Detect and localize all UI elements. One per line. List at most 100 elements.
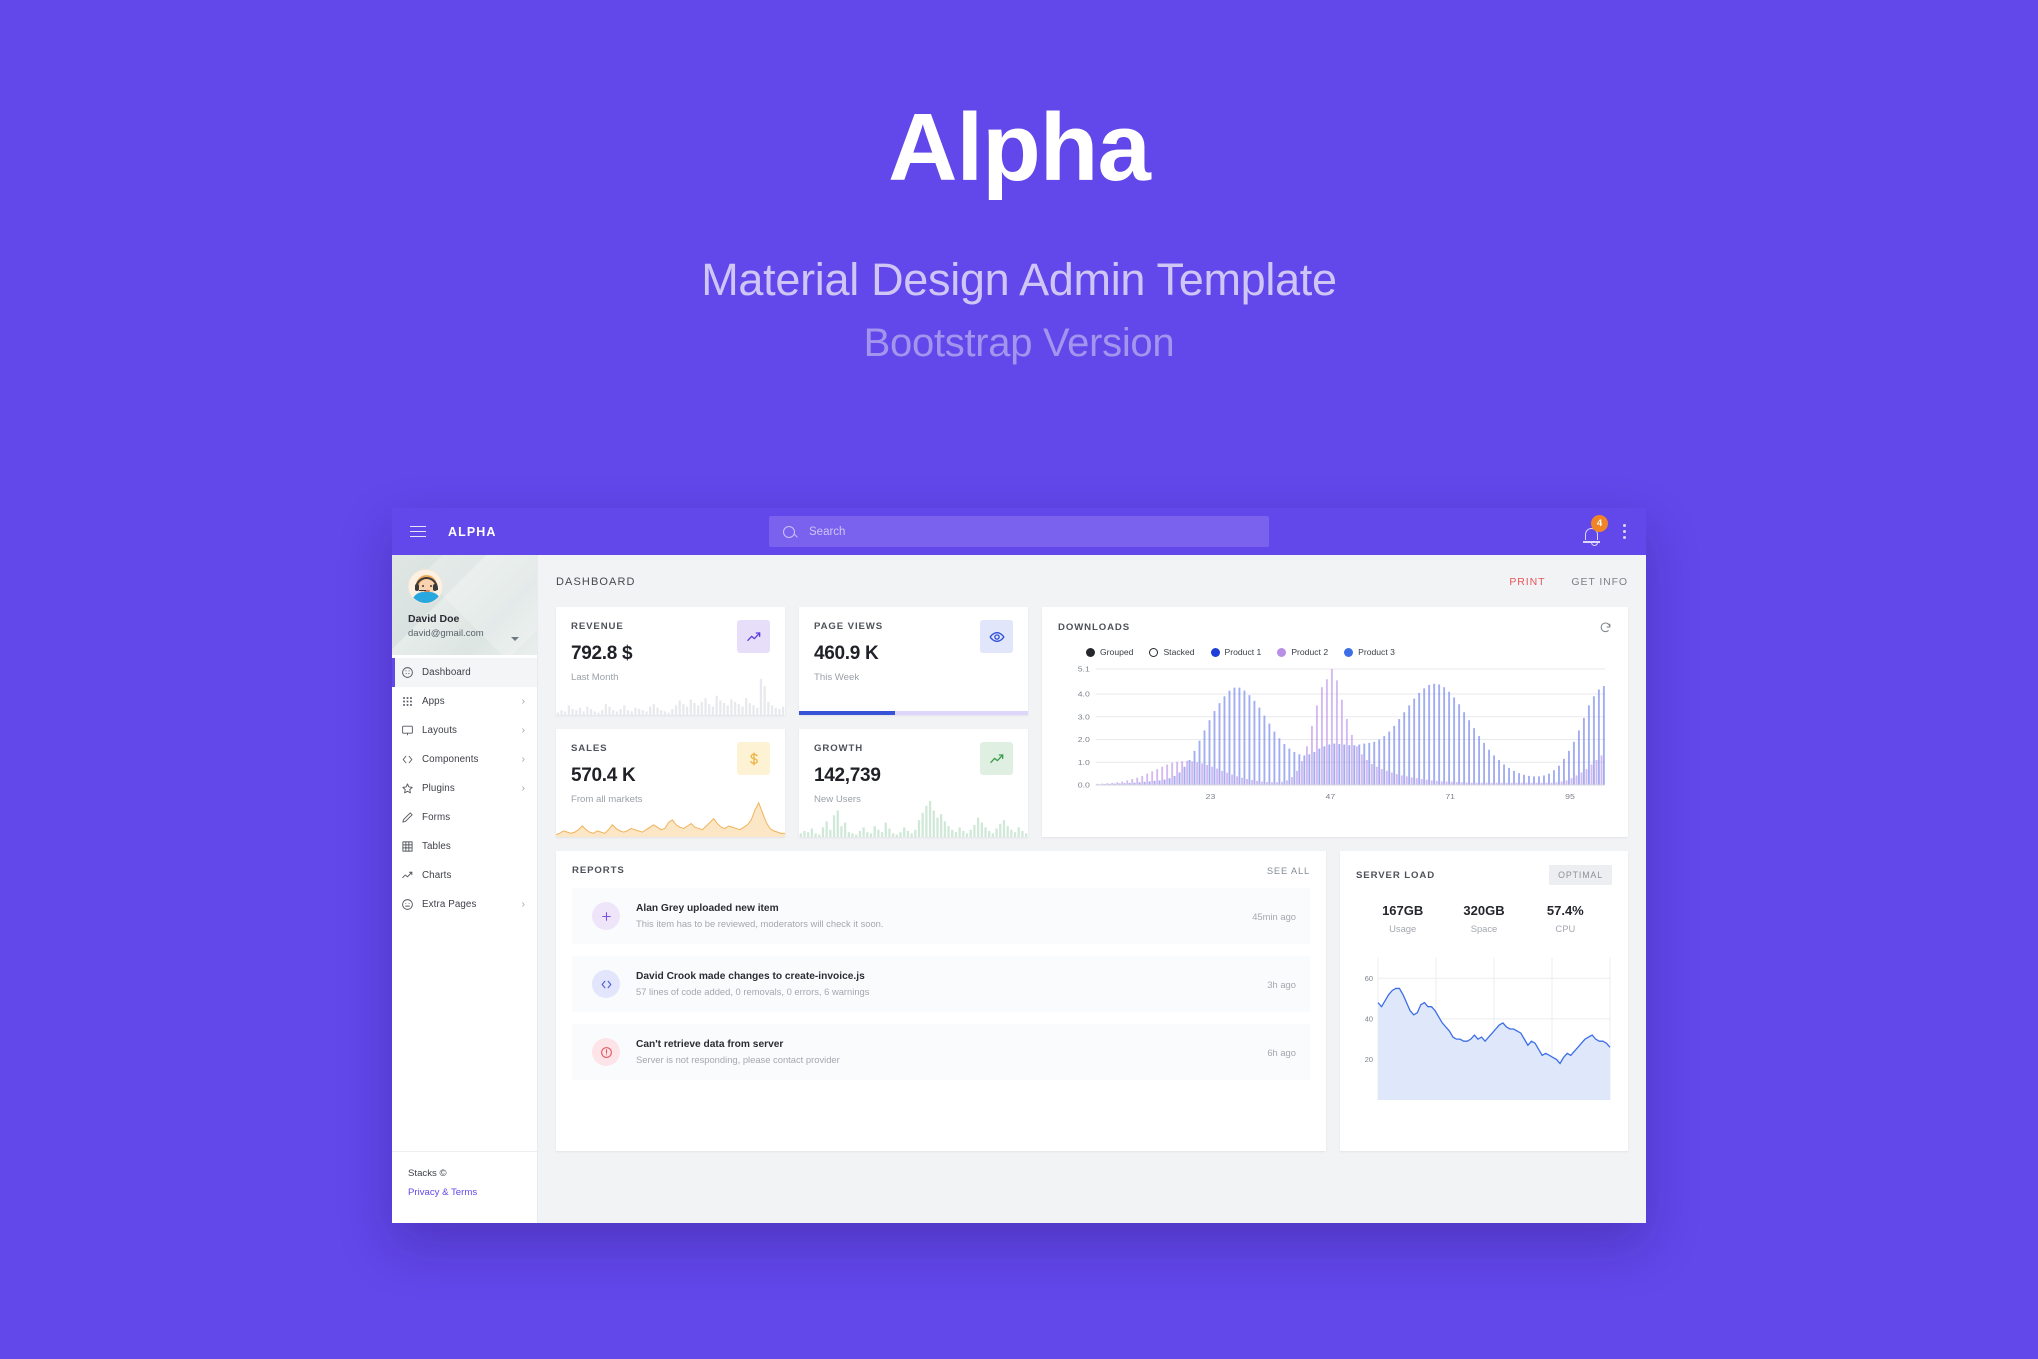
smiley-icon: [392, 898, 422, 911]
sidebar-profile[interactable]: David Doe david@gmail.com: [392, 555, 537, 655]
reports-card: REPORTS SEE ALL Alan Grey uploaded new i…: [556, 851, 1326, 1151]
profile-name: David Doe: [408, 613, 460, 625]
svg-text:4.0: 4.0: [1078, 690, 1091, 698]
svg-text:20: 20: [1365, 1055, 1373, 1064]
report-item[interactable]: David Crook made changes to create-invoi…: [572, 956, 1310, 1012]
refresh-icon[interactable]: [1599, 621, 1612, 634]
metric-value: 57.4%: [1546, 903, 1584, 918]
search-placeholder: Search: [809, 525, 846, 538]
report-item[interactable]: Can't retrieve data from server Server is…: [572, 1024, 1310, 1080]
code-icon: [392, 753, 422, 766]
main-header: DASHBOARD PRINT GET INFO: [556, 569, 1628, 595]
sparkline-chart: [556, 799, 785, 837]
svg-text:2.0: 2.0: [1078, 736, 1091, 744]
chevron-right-icon: ›: [521, 782, 525, 794]
stat-cards-grid: REVENUE 792.8 $ Last Month PAGE VIEWS 460.9 …: [556, 607, 1028, 837]
sidebar-item-tables[interactable]: Tables: [392, 832, 537, 861]
notification-badge: 4: [1591, 514, 1608, 532]
print-button[interactable]: PRINT: [1509, 576, 1545, 588]
sparkline-chart: [799, 799, 1028, 837]
svg-text:3.0: 3.0: [1078, 713, 1091, 721]
legend-item-product-2[interactable]: Product 2: [1277, 647, 1328, 657]
progress-bar: [799, 711, 1028, 715]
legend-item-grouped[interactable]: Grouped: [1086, 647, 1133, 657]
server-metrics: 167GB Usage 320GB Space 57.4% CPU: [1356, 903, 1612, 934]
legend-item-stacked[interactable]: Stacked: [1149, 647, 1195, 657]
eye-icon: [980, 620, 1013, 653]
sidebar: David Doe david@gmail.com Dashboard Apps ›…: [392, 555, 538, 1223]
report-title: Alan Grey uploaded new item: [636, 903, 779, 914]
app-brand: ALPHA: [448, 524, 497, 539]
report-timestamp: 6h ago: [1267, 1046, 1296, 1058]
svg-text:40: 40: [1365, 1015, 1373, 1024]
legend-label: Grouped: [1100, 647, 1134, 657]
metric-label: Space: [1470, 923, 1498, 934]
code-icon: [592, 970, 620, 998]
legend-label: Product 1: [1224, 647, 1262, 657]
report-description: Server is not responding, please contact…: [636, 1054, 840, 1065]
reports-title: REPORTS: [572, 865, 625, 876]
metric-label: Usage: [1389, 923, 1417, 934]
report-item[interactable]: Alan Grey uploaded new item This item has…: [572, 888, 1310, 944]
sidebar-item-label: Layouts: [422, 725, 458, 736]
apps-grid-icon: [392, 695, 422, 708]
hero-section: Alpha Material Design Admin Template Boo…: [0, 0, 2038, 366]
main-content: DASHBOARD PRINT GET INFO REVENUE 792.8 $ L…: [538, 555, 1646, 1223]
star-icon: [392, 782, 422, 795]
svg-text:71: 71: [1445, 793, 1455, 801]
svg-text:23: 23: [1206, 793, 1216, 801]
server-metric: 167GB Usage: [1362, 903, 1443, 934]
status-badge: OPTIMAL: [1549, 865, 1612, 885]
sidebar-item-charts[interactable]: Charts: [392, 861, 537, 890]
alert-icon: [592, 1038, 620, 1066]
sidebar-nav: Dashboard Apps › Layouts › Components › Plugins…: [392, 655, 537, 1151]
sidebar-item-plugins[interactable]: Plugins ›: [392, 774, 537, 803]
downloads-title: DOWNLOADS: [1058, 622, 1131, 633]
trend-line-icon: [392, 869, 422, 882]
reports-list: Alan Grey uploaded new item This item has…: [572, 888, 1310, 1080]
sidebar-item-label: Plugins: [422, 783, 455, 794]
sidebar-footer: Stacks © Privacy & Terms: [392, 1151, 537, 1223]
stat-card-growth: GROWTH 142,739 New Users: [799, 729, 1028, 837]
sidebar-item-dashboard[interactable]: Dashboard: [392, 658, 537, 687]
server-load-chart: 20 40 60: [1356, 952, 1612, 1102]
kebab-menu-icon[interactable]: [1623, 524, 1626, 539]
legend-item-product-1[interactable]: Product 1: [1210, 647, 1262, 657]
sidebar-item-label: Tables: [422, 841, 451, 852]
svg-text:47: 47: [1326, 793, 1336, 801]
sidebar-item-layouts[interactable]: Layouts ›: [392, 716, 537, 745]
report-title: David Crook made changes to create-invoi…: [636, 971, 865, 982]
get-info-button[interactable]: GET INFO: [1571, 576, 1628, 588]
notifications-button[interactable]: 4: [1583, 514, 1608, 546]
server-load-title: SERVER LOAD: [1356, 869, 1436, 881]
sidebar-copyright: Stacks ©: [408, 1168, 447, 1179]
chevron-right-icon: ›: [521, 753, 525, 765]
trend-up-icon: [737, 620, 770, 653]
report-description: This item has to be reviewed, moderators…: [636, 918, 884, 929]
sidebar-item-extra-pages[interactable]: Extra Pages ›: [392, 890, 537, 919]
chevron-down-icon[interactable]: [511, 637, 519, 641]
sidebar-privacy-link[interactable]: Privacy & Terms: [408, 1187, 521, 1198]
legend-label: Product 2: [1291, 647, 1329, 657]
svg-text:95: 95: [1565, 793, 1575, 801]
legend-label: Stacked: [1163, 647, 1195, 657]
metric-value: 320GB: [1463, 903, 1505, 918]
legend-item-product-3[interactable]: Product 3: [1344, 647, 1395, 657]
sidebar-item-components[interactable]: Components ›: [392, 745, 537, 774]
downloads-legend: Grouped Stacked Product 1 Product 2 Product …: [1086, 647, 1612, 657]
sidebar-item-apps[interactable]: Apps ›: [392, 687, 537, 716]
pencil-icon: [392, 811, 422, 824]
sparkline-chart: [556, 677, 785, 715]
hamburger-icon[interactable]: [410, 525, 426, 538]
monitor-icon: [392, 724, 422, 737]
sidebar-item-forms[interactable]: Forms: [392, 803, 537, 832]
profile-email: david@gmail.com: [408, 628, 484, 639]
search-input[interactable]: Search: [769, 516, 1269, 547]
see-all-button[interactable]: SEE ALL: [1267, 865, 1310, 876]
metric-value: 167GB: [1382, 903, 1424, 918]
app-topbar: ALPHA Search 4: [392, 508, 1646, 555]
report-title: Can't retrieve data from server: [636, 1039, 784, 1050]
page-title: DASHBOARD: [556, 576, 636, 588]
sidebar-item-label: Apps: [422, 696, 445, 707]
server-metric: 320GB Space: [1443, 903, 1524, 934]
